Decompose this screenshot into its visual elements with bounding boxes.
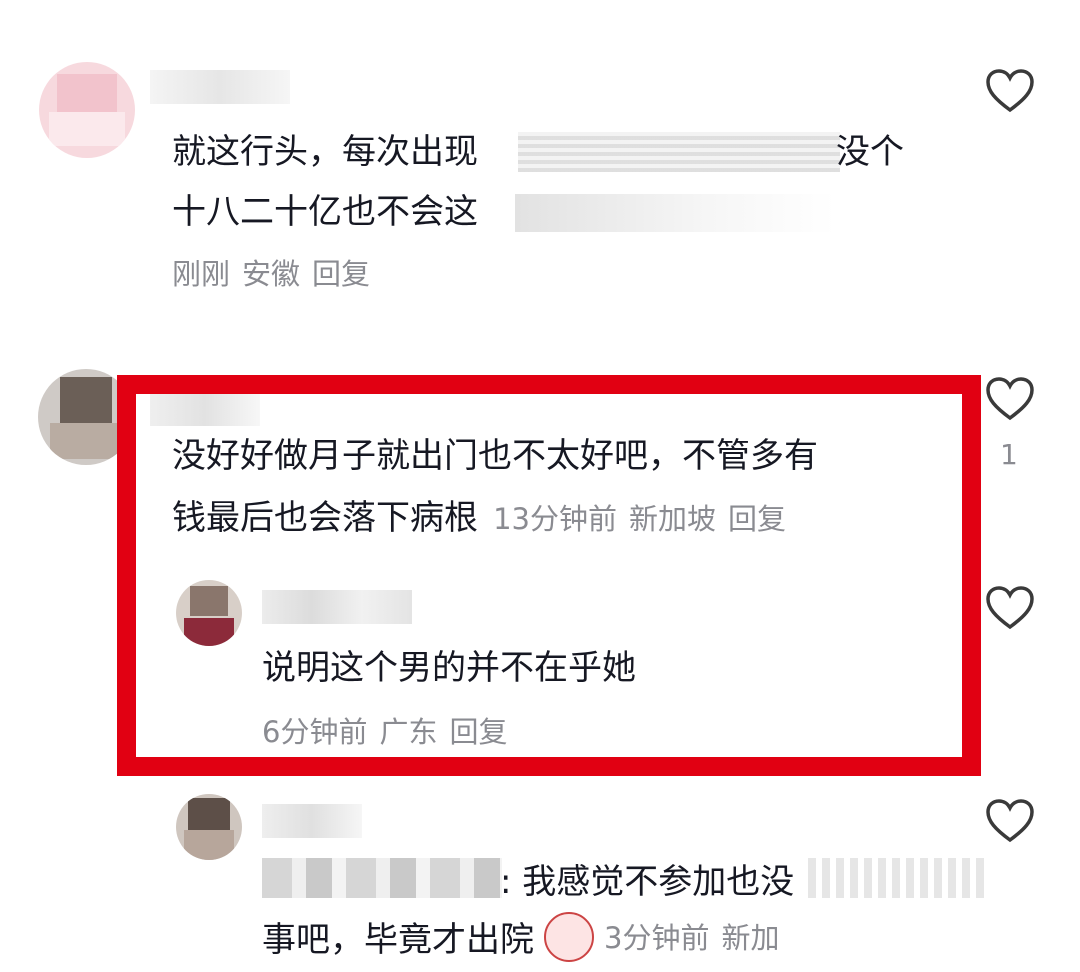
blurred-text-redaction: [808, 858, 988, 898]
location: 新加: [721, 921, 780, 955]
comment-meta: 刚刚 安徽 回复: [172, 254, 382, 294]
heart-outline-icon[interactable]: [985, 68, 1035, 114]
avatar[interactable]: [39, 62, 135, 158]
reply-button[interactable]: 回复: [449, 715, 507, 749]
heart-outline-icon[interactable]: [985, 798, 1035, 844]
timestamp: 3分钟前: [604, 921, 710, 955]
reply-button[interactable]: 回复: [728, 502, 786, 536]
location: 新加坡: [629, 502, 717, 536]
comment-text: 就这行头，每次出现: [172, 132, 478, 172]
comment-text-line: 钱最后也会落下病根 13分钟前 新加坡 回复: [172, 486, 798, 550]
avatar[interactable]: [176, 794, 242, 860]
reply-meta: 6分钟前 广东 回复: [262, 712, 519, 752]
blurred-text-redaction: [518, 132, 840, 172]
username-blurred[interactable]: [150, 70, 290, 104]
comment-text: 没个: [836, 132, 904, 172]
location: 广东: [379, 715, 438, 749]
reply-text: 说明这个男的并不在乎她: [262, 648, 636, 688]
comment-text: 十八二十亿也不会这: [172, 192, 478, 232]
like-count: 1: [1000, 438, 1018, 471]
comment-text: : 我感觉不参加也没: [500, 862, 795, 902]
timestamp: 13分钟前: [493, 502, 617, 536]
reply-button[interactable]: 回复: [312, 257, 370, 291]
location: 安徽: [242, 257, 301, 291]
blurred-text-redaction: [515, 194, 835, 232]
comment-text: 钱最后也会落下病根: [172, 498, 478, 538]
heart-outline-icon[interactable]: [985, 376, 1035, 422]
comment-meta: 3分钟前 新加: [604, 918, 791, 958]
timestamp: 6分钟前: [262, 715, 368, 749]
username-blurred[interactable]: [262, 590, 412, 624]
blurred-username-mention: [262, 858, 502, 898]
sticker-icon: [544, 912, 594, 962]
heart-outline-icon[interactable]: [985, 585, 1035, 631]
comment-text: 事吧，毕竟才出院: [262, 920, 534, 960]
username-blurred[interactable]: [262, 804, 362, 838]
comment-text: 没好好做月子就出门也不太好吧，不管多有: [172, 436, 818, 476]
avatar[interactable]: [176, 580, 242, 646]
timestamp: 刚刚: [172, 257, 231, 291]
